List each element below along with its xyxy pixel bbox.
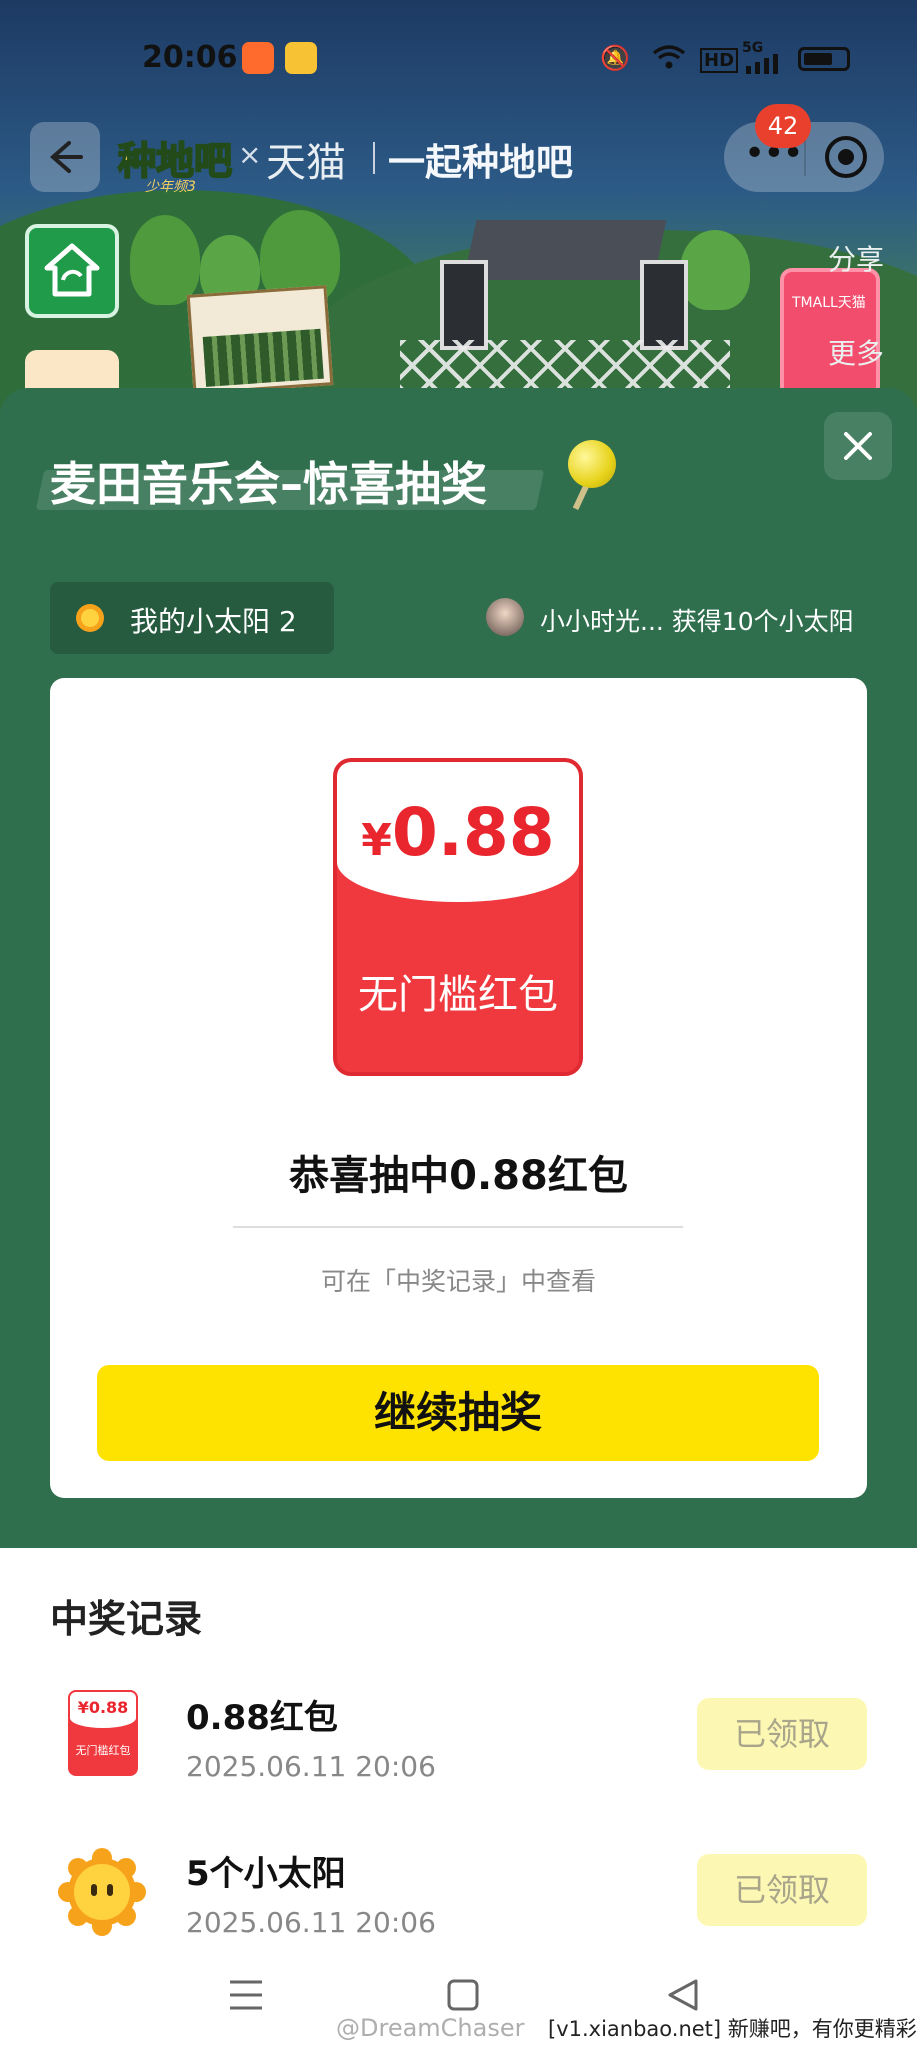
share-button[interactable]: 分享 (828, 238, 884, 278)
divider (233, 1226, 683, 1228)
watermark-site: [v1.xianbao.net] 新赚吧，有你更精彩！ (548, 2017, 917, 2041)
winner-ticker-text: 小小时光... 获得10个小太阳 (540, 607, 854, 636)
page-title: 一起种地吧 (388, 141, 573, 184)
app-notification-icon (242, 42, 274, 74)
winner-avatar (486, 598, 524, 636)
mute-icon: 🔕 (600, 44, 630, 72)
close-icon (844, 432, 872, 460)
arrow-left-icon (49, 141, 83, 173)
prize-amount-value: 0.88 (391, 794, 555, 871)
claimed-button[interactable]: 已领取 (697, 1698, 867, 1770)
notification-badge: 42 (755, 104, 811, 148)
record-name: 0.88红包 (186, 1698, 338, 1738)
record-date: 2025.06.11 20:06 (186, 1750, 436, 1783)
tmall-card-label: TMALL天猫 (792, 295, 866, 311)
hd-icon: HD (700, 48, 739, 73)
field-sign-illustration (186, 285, 334, 395)
more-button[interactable]: 更多 (828, 332, 884, 372)
concert-stage-illustration (400, 220, 730, 390)
records-title: 中奖记录 (50, 1597, 203, 1641)
my-suns-label: 我的小太阳 2 (130, 605, 297, 638)
back-triangle-icon[interactable] (666, 1978, 700, 2012)
brand-logo-tmall: 天猫 (266, 140, 346, 186)
sun-icon (76, 604, 104, 632)
congrats-text: 恭喜抽中0.88红包 (289, 1153, 628, 1199)
back-button[interactable] (30, 122, 100, 192)
prize-amount: ¥0.88 (337, 794, 579, 871)
status-time: 20:06 (142, 40, 238, 75)
continue-draw-button[interactable]: 继续抽奖 (97, 1365, 819, 1461)
record-date: 2025.06.11 20:06 (186, 1906, 436, 1939)
red-packet-icon-label: 无门槛红包 (75, 1744, 131, 1757)
status-bar: 20:06 🔕 HD 5G (0, 0, 917, 120)
wifi-icon (652, 44, 686, 76)
signal-icon (744, 52, 780, 80)
lottery-title: 麦田音乐会–惊喜抽奖 (50, 457, 487, 511)
menu-icon[interactable] (228, 1978, 264, 2012)
sun-icon (58, 1848, 146, 1936)
prize-name: 无门槛红包 (358, 972, 558, 1018)
red-packet-icon: ¥0.88 无门槛红包 (68, 1690, 138, 1776)
pin-icon (568, 440, 616, 488)
prize-currency: ¥ (361, 815, 392, 866)
home-square-icon[interactable] (446, 1978, 480, 2012)
close-button[interactable] (824, 412, 892, 480)
red-packet-prize: ¥0.88 无门槛红包 (333, 758, 583, 1076)
records-hint: 可在「中奖记录」中查看 (320, 1267, 596, 1296)
watermark-user: @DreamChaser (336, 2014, 525, 2042)
brand-cross: × (238, 138, 262, 171)
home-float-icon[interactable] (25, 224, 119, 318)
battery-icon (798, 47, 850, 71)
brand-logo-sub: 少年频3 (145, 179, 196, 195)
claimed-button[interactable]: 已领取 (697, 1854, 867, 1926)
record-name: 5个小太阳 (186, 1854, 346, 1894)
brand-divider (373, 142, 375, 174)
close-miniapp-icon[interactable] (825, 136, 867, 178)
weibo-icon (285, 42, 317, 74)
my-suns-chip: 我的小太阳 2 (50, 582, 334, 654)
red-packet-icon-amount: ¥0.88 (77, 1698, 129, 1717)
